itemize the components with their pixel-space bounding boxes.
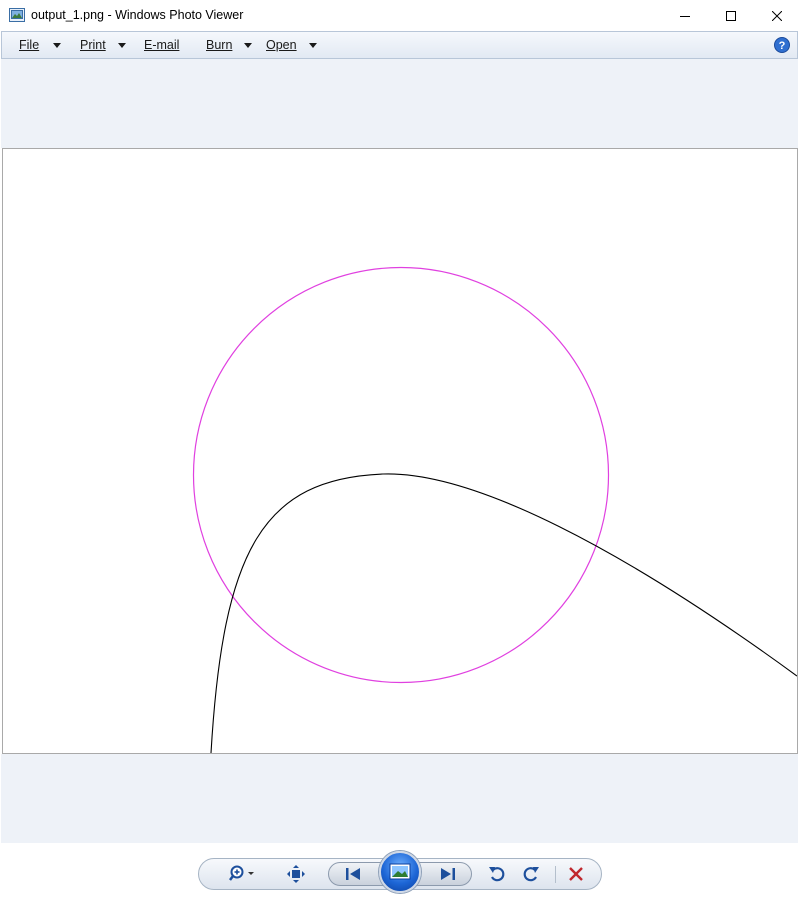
previous-icon xyxy=(346,868,360,880)
menu-bar: File Print E-mail Burn Open ? xyxy=(1,31,798,59)
menu-file[interactable]: File xyxy=(19,38,62,52)
maximize-button[interactable] xyxy=(708,0,754,31)
image-canvas xyxy=(192,266,797,753)
black-curve xyxy=(210,473,797,753)
next-button[interactable] xyxy=(434,859,462,889)
menu-email-label: E-mail xyxy=(144,38,180,52)
actual-size-icon xyxy=(287,865,305,883)
toolbar-separator xyxy=(555,866,556,883)
chevron-down-icon xyxy=(308,42,317,48)
help-icon[interactable]: ? xyxy=(774,37,790,53)
viewer-bottom-gutter xyxy=(1,754,798,843)
slideshow-button[interactable] xyxy=(379,851,421,893)
menu-open-label: Open xyxy=(266,38,297,52)
zoom-icon xyxy=(229,865,254,881)
svg-text:?: ? xyxy=(779,40,786,52)
rotate-ccw-icon xyxy=(489,867,505,882)
minimize-icon xyxy=(680,15,690,17)
minimize-button[interactable] xyxy=(662,0,708,31)
menu-file-label: File xyxy=(19,38,40,52)
menu-burn-label: Burn xyxy=(206,38,233,52)
menu-open[interactable]: Open xyxy=(266,38,317,52)
chevron-down-icon xyxy=(117,42,126,48)
magenta-circle xyxy=(192,266,610,684)
delete-button[interactable] xyxy=(564,859,588,889)
close-button[interactable] xyxy=(754,0,800,31)
rotate-clockwise-button[interactable] xyxy=(519,859,543,889)
rotate-cw-icon xyxy=(523,867,539,882)
rotate-counterclockwise-button[interactable] xyxy=(485,859,509,889)
actual-size-button[interactable] xyxy=(285,859,307,889)
photo-viewer-window: output_1.png - Windows Photo Viewer File… xyxy=(0,0,800,901)
menu-burn[interactable]: Burn xyxy=(206,38,253,52)
delete-icon xyxy=(569,867,583,881)
viewer-top-gutter xyxy=(1,59,798,148)
window-title: output_1.png - Windows Photo Viewer xyxy=(31,8,244,22)
photo-viewer-app-icon xyxy=(9,8,25,22)
menu-email[interactable]: E-mail xyxy=(144,38,179,52)
menu-print[interactable]: Print xyxy=(80,38,126,52)
next-icon xyxy=(441,868,455,880)
maximize-icon xyxy=(726,10,736,21)
menu-print-label: Print xyxy=(80,38,106,52)
displayed-image[interactable] xyxy=(2,148,798,754)
close-icon xyxy=(772,10,782,21)
chevron-down-icon xyxy=(244,42,253,48)
previous-button[interactable] xyxy=(339,859,367,889)
slideshow-icon xyxy=(389,863,411,880)
chevron-down-icon xyxy=(53,42,62,48)
zoom-button[interactable] xyxy=(225,859,261,889)
title-bar: output_1.png - Windows Photo Viewer xyxy=(0,0,800,31)
